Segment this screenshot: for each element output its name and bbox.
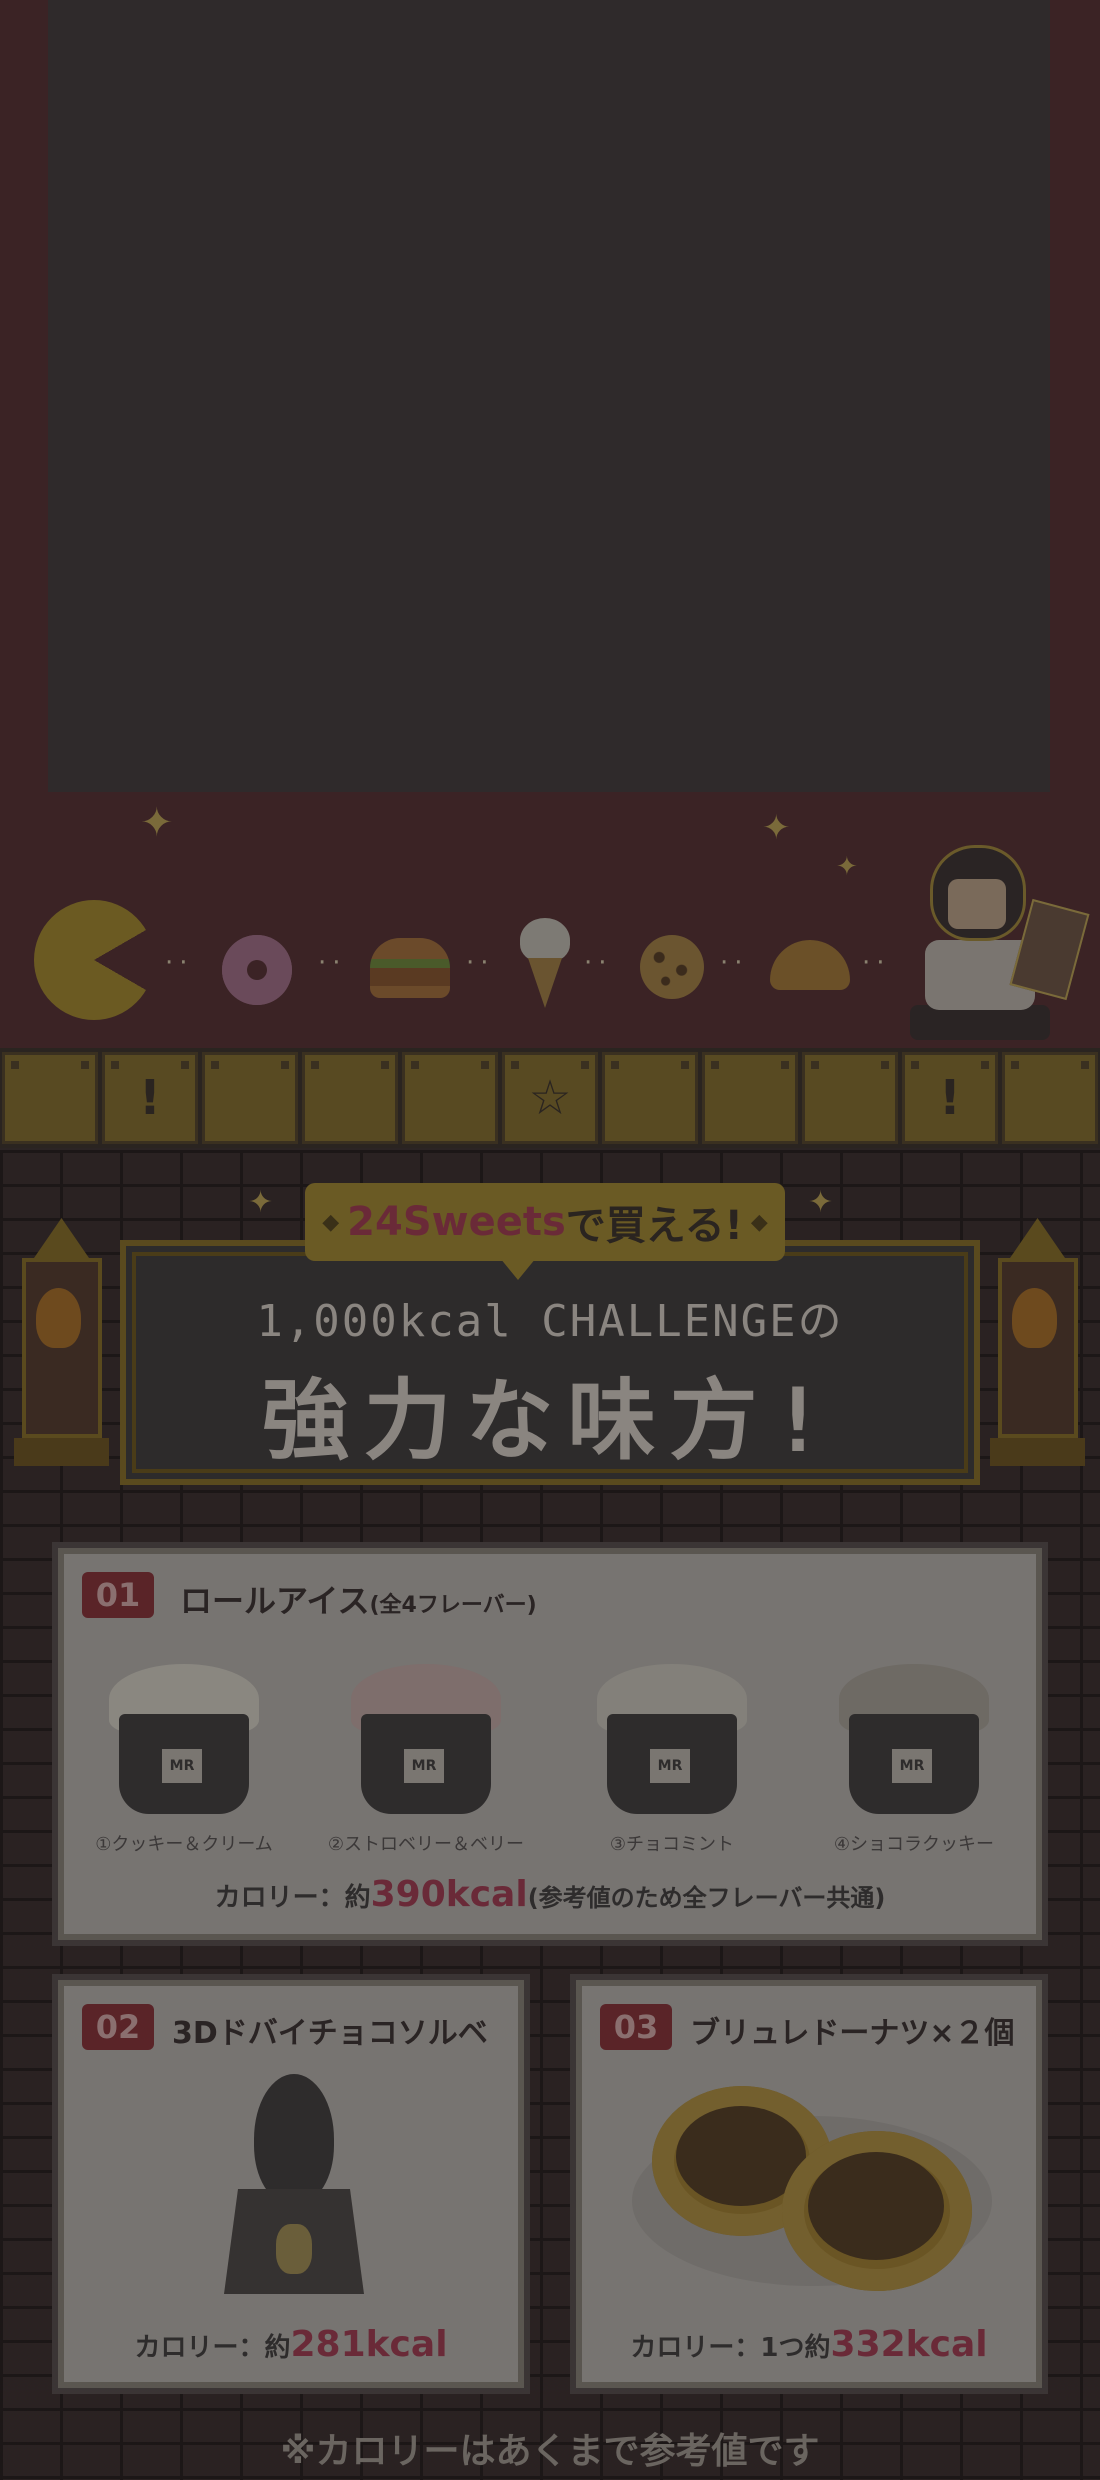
cup-logo: MR	[650, 1749, 690, 1783]
product-note: (全4フレーバー)	[369, 1593, 537, 1618]
sparkle-icon: ✦	[836, 852, 858, 882]
exclamation-block-icon: !	[102, 1052, 198, 1144]
flavor-image-choco-mint: MR	[592, 1654, 752, 1824]
dots-divider: ··	[862, 948, 891, 978]
pacman-icon	[34, 900, 154, 1020]
cup-logo: MR	[892, 1749, 932, 1783]
burger-icon	[370, 938, 450, 998]
cup-logo: MR	[162, 1749, 202, 1783]
sparkle-icon: ✦	[248, 1185, 274, 1220]
calorie-note: (参考値のため全フレーバー共通)	[527, 1884, 886, 1912]
donut-plate-image	[632, 2076, 992, 2306]
dots-divider: ··	[318, 948, 347, 978]
product-card-brulee-donut[interactable]: 03 ブリュレドーナツ×２個 カロリー：1つ約332kcal	[576, 1980, 1042, 2388]
brick-block	[402, 1052, 498, 1144]
product-number-badge: 02	[82, 2004, 154, 2050]
product-number-badge: 03	[600, 2004, 672, 2050]
title-heading: 強力な味方!	[261, 1369, 839, 1472]
product-name: ロールアイス	[180, 1582, 370, 1620]
sparkle-icon: ✦	[140, 800, 174, 846]
brick-block	[702, 1052, 798, 1144]
calorie-value: 390kcal	[370, 1874, 528, 1915]
flavor-label: ①クッキー＆クリーム	[95, 1834, 273, 1855]
calorie-prefix: カロリー：約	[134, 2333, 291, 2363]
badge-accent-text: 24Sweets	[347, 1199, 566, 1245]
exclamation-block-icon: !	[902, 1052, 998, 1144]
sorbet-image	[214, 2074, 374, 2294]
calorie-prefix: カロリー：1つ約	[630, 2333, 831, 2363]
brick-block	[602, 1052, 698, 1144]
flavor-label: ③チョコミント	[609, 1834, 735, 1855]
product-title: ロールアイス(全4フレーバー)	[180, 1576, 537, 1622]
block-row: ! ☆ !	[0, 1048, 1100, 1148]
calorie-info: カロリー：約390kcal(参考値のため全フレーバー共通)	[64, 1874, 1036, 1915]
title-subheading: 1,000kcal CHALLENGEの	[256, 1296, 844, 1347]
dots-divider: ··	[466, 948, 495, 978]
shop-badge: ◆ 24Sweets で買える! ◆	[305, 1183, 785, 1261]
product-name: ブリュレドーナツ×２個	[690, 2016, 1015, 2051]
calorie-prefix: カロリー：約	[214, 1883, 371, 1913]
flavor-label: ④ショコラクッキー	[833, 1834, 995, 1855]
badge-text: で買える!	[565, 1203, 743, 1249]
flavor-label: ②ストロベリー＆ベリー	[327, 1834, 525, 1855]
product-card-roll-ice[interactable]: 01 ロールアイス(全4フレーバー) MR ①クッキー＆クリーム MR ②ストロ…	[58, 1548, 1042, 1940]
mascot-character	[900, 845, 1090, 1045]
star-block-icon: ☆	[502, 1052, 598, 1144]
calorie-info: カロリー：約281kcal	[64, 2324, 518, 2365]
calorie-disclaimer: ※カロリーはあくまで参考値です	[280, 2431, 820, 2472]
torch-icon	[14, 1218, 109, 1468]
calorie-value: 332kcal	[830, 2324, 988, 2365]
calorie-value: 281kcal	[290, 2324, 448, 2365]
torch-icon	[990, 1218, 1085, 1468]
cup-logo: MR	[404, 1749, 444, 1783]
flavor-image-cookies-cream: MR	[104, 1654, 264, 1824]
video-panel[interactable]	[48, 0, 1050, 792]
dots-divider: ··	[165, 948, 194, 978]
dots-divider: ··	[720, 948, 749, 978]
badge-tail	[500, 1258, 536, 1280]
brick-block	[1002, 1052, 1098, 1144]
sparkle-icon: ✦	[762, 808, 791, 848]
cookie-icon	[640, 935, 704, 999]
dots-divider: ··	[584, 948, 613, 978]
donut-icon	[222, 935, 292, 1005]
product-name: 3Dドバイチョコソルベ	[172, 2016, 488, 2051]
brick-block	[2, 1052, 98, 1144]
sparkle-icon: ✦	[808, 1185, 834, 1220]
brick-block	[302, 1052, 398, 1144]
product-card-dubai-choco-sorbet[interactable]: 02 3Dドバイチョコソルベ カロリー：約281kcal	[58, 1980, 524, 2388]
brick-block	[202, 1052, 298, 1144]
flavor-image-chocolat-cookie: MR	[834, 1654, 994, 1824]
flavor-image-strawberry-berry: MR	[346, 1654, 506, 1824]
brick-block	[802, 1052, 898, 1144]
icecream-icon	[520, 918, 570, 1008]
product-number-badge: 01	[82, 1572, 154, 1618]
calorie-info: カロリー：1つ約332kcal	[582, 2324, 1036, 2365]
